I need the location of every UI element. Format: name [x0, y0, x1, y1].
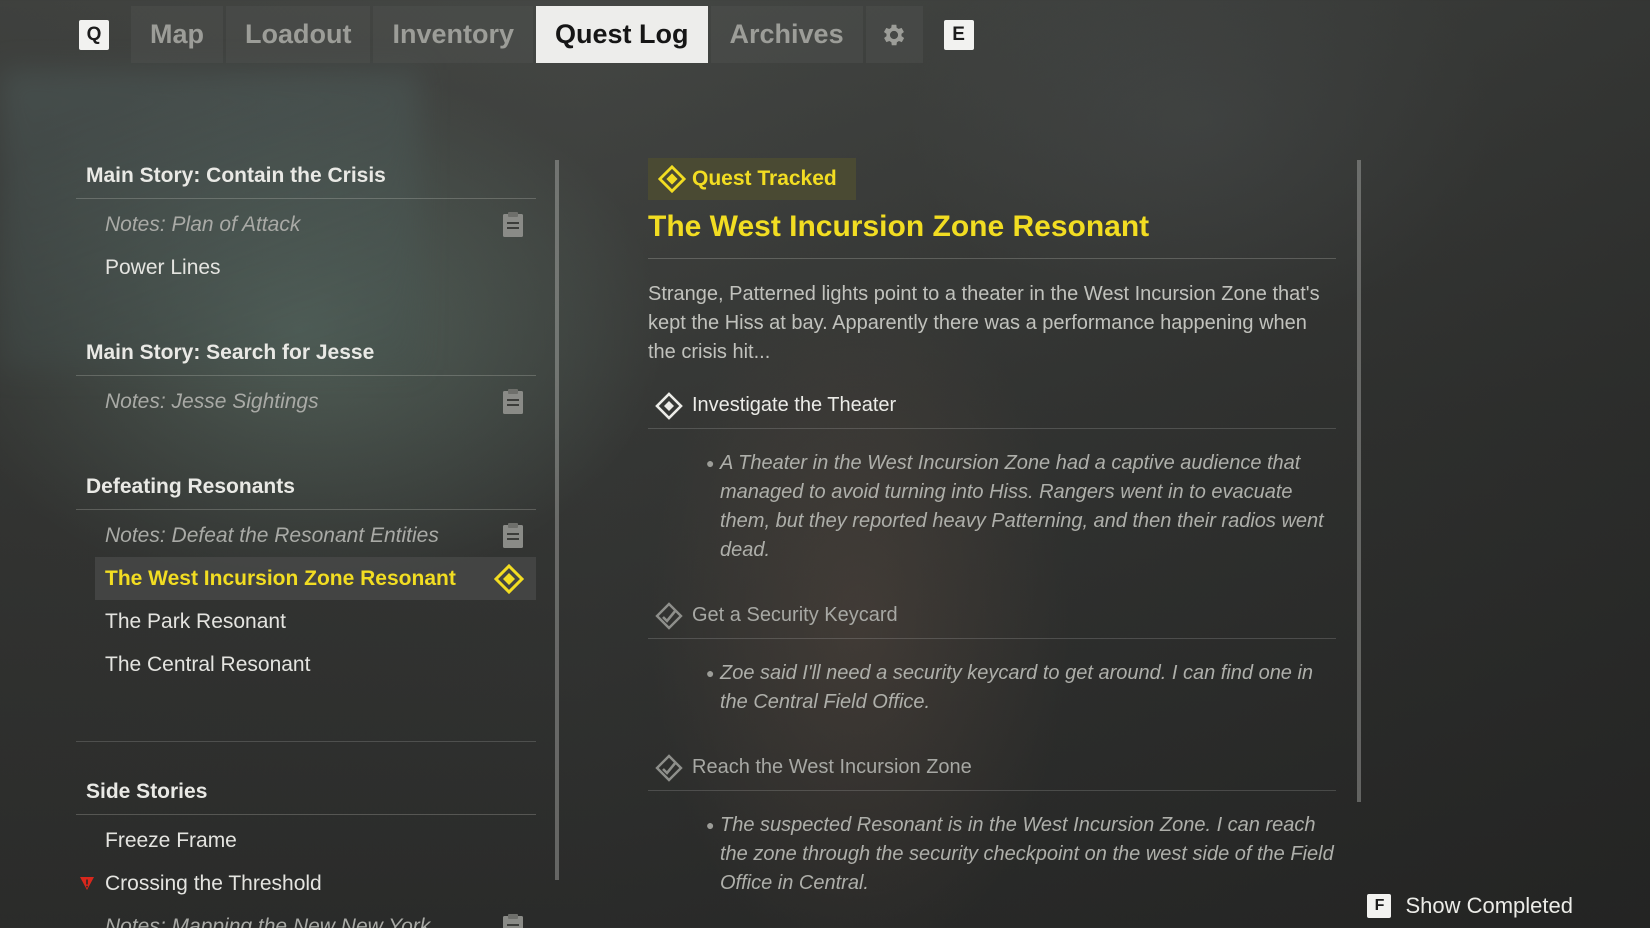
tab-settings[interactable] [865, 6, 923, 63]
tracked-diamond-icon [658, 165, 686, 193]
prev-tab-key[interactable]: Q [79, 19, 109, 50]
completed-check-icon [655, 601, 683, 630]
quest-note-defeat-resonant-entities[interactable]: Notes: Defeat the Resonant Entities [76, 514, 536, 557]
alert-triangle-icon [80, 877, 94, 890]
quest-note-label: Notes: Jesse Sightings [105, 389, 319, 413]
objective-label: Get a Security Keycard [692, 604, 898, 626]
quest-label: Freeze Frame [105, 828, 237, 852]
quest-park-resonant[interactable]: The Park Resonant [76, 600, 536, 643]
quest-description: Strange, Patterned lights point to a the… [648, 283, 1320, 363]
objective-note-text: The suspected Resonant is in the West In… [720, 814, 1334, 894]
quest-note-label: Notes: Plan of Attack [105, 212, 301, 236]
top-tab-bar: Q Map Loadout Inventory Quest Log Archiv… [72, 6, 974, 63]
category-main-crisis: Main Story: Contain the Crisis [76, 150, 536, 199]
completed-check-icon [655, 753, 683, 782]
show-completed-button[interactable]: F Show Completed [1367, 893, 1573, 919]
objective-note: ● A Theater in the West Incursion Zone h… [648, 449, 1336, 565]
category-main-jesse: Main Story: Search for Jesse [76, 327, 536, 376]
note-icon [503, 211, 523, 237]
objective-reach-west-incursion-zone: Reach the West Incursion Zone [648, 751, 1336, 791]
objective-investigate-theater: Investigate the Theater [648, 389, 1336, 429]
note-icon [503, 388, 523, 414]
quest-label: Power Lines [105, 255, 221, 279]
show-completed-label: Show Completed [1405, 893, 1573, 918]
quest-detail: Quest Tracked The West Incursion Zone Re… [648, 158, 1336, 898]
quest-tracked-badge: Quest Tracked [648, 158, 856, 200]
quest-note-label: Notes: Defeat the Resonant Entities [105, 523, 439, 547]
objective-note: ● Zoe said I'll need a security keycard … [648, 659, 1336, 717]
tab-archives[interactable]: Archives [710, 6, 863, 63]
quest-central-resonant[interactable]: The Central Resonant [76, 643, 536, 686]
objective-security-keycard: Get a Security Keycard [648, 599, 1336, 639]
section-divider [76, 686, 536, 742]
category-side-stories: Side Stories [76, 766, 536, 815]
quest-west-incursion-zone-resonant[interactable]: The West Incursion Zone Resonant [95, 557, 536, 600]
quest-note-plan-of-attack[interactable]: Notes: Plan of Attack [76, 203, 536, 246]
quest-note-jesse-sightings[interactable]: Notes: Jesse Sightings [76, 380, 536, 423]
note-icon [503, 913, 523, 928]
objective-diamond-icon [655, 391, 683, 420]
tracked-diamond-icon [494, 563, 524, 594]
badge-label: Quest Tracked [692, 167, 837, 190]
quest-freeze-frame[interactable]: Freeze Frame [76, 819, 536, 862]
quest-title: The West Incursion Zone Resonant [648, 210, 1336, 259]
objective-note-text: A Theater in the West Incursion Zone had… [720, 452, 1324, 561]
quest-power-lines[interactable]: Power Lines [76, 246, 536, 289]
tab-loadout[interactable]: Loadout [226, 6, 371, 63]
quest-label: The West Incursion Zone Resonant [105, 566, 456, 590]
quest-list: Main Story: Contain the Crisis Notes: Pl… [76, 150, 536, 928]
quest-note-mapping-new-new-york[interactable]: Notes: Mapping the New New York [76, 905, 536, 928]
objective-note: ● The suspected Resonant is in the West … [648, 811, 1336, 898]
objective-label: Investigate the Theater [692, 394, 897, 416]
quest-note-label: Notes: Mapping the New New York [105, 914, 431, 928]
quest-list-scrollbar[interactable] [555, 160, 559, 880]
tab-quest-log[interactable]: Quest Log [536, 6, 708, 63]
objective-note-text: Zoe said I'll need a security keycard to… [720, 662, 1314, 713]
quest-crossing-the-threshold[interactable]: Crossing the Threshold [76, 862, 536, 905]
objective-label: Reach the West Incursion Zone [692, 756, 972, 778]
gear-icon [884, 24, 905, 45]
next-tab-key[interactable]: E [943, 19, 974, 50]
category-defeating-resonants: Defeating Resonants [76, 461, 536, 510]
tab-inventory[interactable]: Inventory [373, 6, 534, 63]
quest-label: The Central Resonant [105, 652, 311, 676]
note-icon [503, 522, 523, 548]
f-key-icon: F [1367, 894, 1392, 918]
tab-map[interactable]: Map [131, 6, 223, 63]
quest-label: The Park Resonant [105, 609, 286, 633]
quest-detail-scrollbar[interactable] [1357, 160, 1361, 802]
quest-label: Crossing the Threshold [105, 871, 322, 895]
